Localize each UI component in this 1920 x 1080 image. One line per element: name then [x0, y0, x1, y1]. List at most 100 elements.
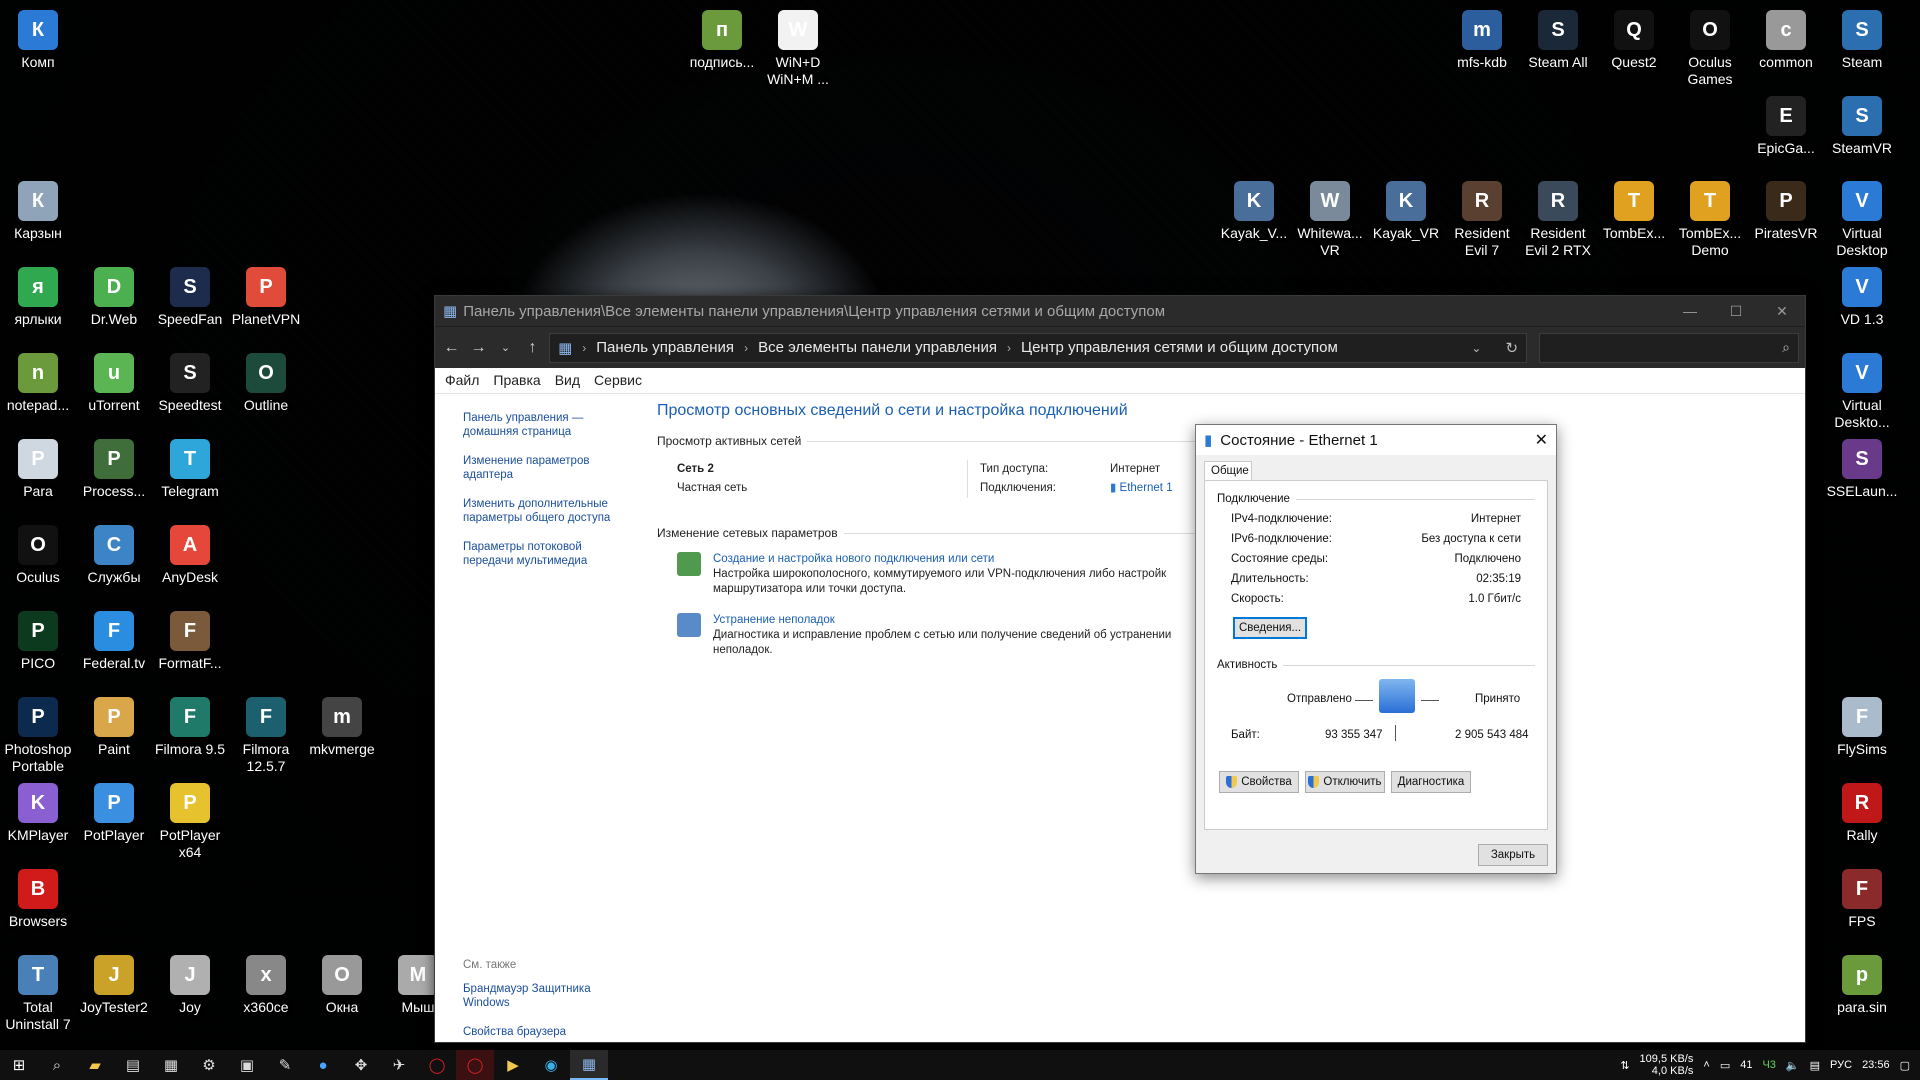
desktop-icon[interactable]: P PICO: [0, 605, 76, 672]
start-windows-icon[interactable]: ⊞: [0, 1050, 38, 1080]
gamepad-icon[interactable]: ✥: [342, 1050, 380, 1080]
desktop-icon[interactable]: R Rally: [1824, 777, 1900, 844]
edge-icon[interactable]: ◉: [532, 1050, 570, 1080]
link-browser-properties[interactable]: Свойства браузера: [463, 1025, 623, 1039]
close-icon[interactable]: ✕: [1535, 430, 1548, 450]
desktop-icon[interactable]: V VD 1.3: [1824, 261, 1900, 328]
tools-icon[interactable]: ⚙: [190, 1050, 228, 1080]
disable-button[interactable]: Отключить: [1305, 771, 1385, 793]
desktop-icon[interactable]: К Комп: [0, 4, 76, 71]
desktop-icon[interactable]: С Службы: [76, 519, 152, 586]
desktop-icon[interactable]: я ярлыки: [0, 261, 76, 328]
desktop-icon[interactable]: F FlySims: [1824, 691, 1900, 758]
desktop-icon[interactable]: F Federal.tv: [76, 605, 152, 672]
desktop-icon[interactable]: D Dr.Web: [76, 261, 152, 328]
link-adapter-settings[interactable]: Изменение параметров адаптера: [463, 454, 623, 482]
menu-service[interactable]: Сервис: [594, 372, 642, 389]
desktop-icon[interactable]: S SSELaun...: [1824, 433, 1900, 500]
menu-view[interactable]: Вид: [555, 372, 580, 389]
desktop-icon[interactable]: P PotPlayer: [76, 777, 152, 844]
breadcrumb-item[interactable]: Центр управления сетями и общим доступом: [1021, 339, 1338, 356]
troubleshoot-link[interactable]: Устранение неполадок: [713, 613, 1193, 628]
keyboard-icon[interactable]: ▤: [1810, 1059, 1820, 1072]
pen-icon[interactable]: ✎: [266, 1050, 304, 1080]
plane-icon[interactable]: ✈: [380, 1050, 418, 1080]
ethernet-link[interactable]: Ethernet 1: [1120, 482, 1173, 494]
refresh-icon[interactable]: ↻: [1505, 339, 1518, 357]
desktop-icon[interactable]: T Total Uninstall 7: [0, 949, 76, 1033]
tab-general[interactable]: Общие: [1204, 461, 1252, 481]
desktop-icon[interactable]: F FPS: [1824, 863, 1900, 930]
desktop-icon[interactable]: P PiratesVR: [1748, 175, 1824, 242]
desktop-icon[interactable]: T TombEx...: [1596, 175, 1672, 242]
language[interactable]: РУС: [1830, 1059, 1852, 1071]
desktop-icon[interactable]: S SteamVR: [1824, 90, 1900, 157]
opera-gx-icon[interactable]: ◯: [456, 1050, 494, 1080]
desktop-icon[interactable]: B Browsers: [0, 863, 76, 930]
address-bar[interactable]: ▦ › Панель управления › Все элементы пан…: [549, 332, 1528, 363]
notification-icon[interactable]: ▢: [1900, 1059, 1910, 1072]
desktop-icon[interactable]: A AnyDesk: [152, 519, 228, 586]
clock[interactable]: 23:56: [1862, 1059, 1890, 1071]
desktop-icon[interactable]: P Para: [0, 433, 76, 500]
search-input[interactable]: ⌕: [1539, 332, 1799, 363]
desktop-icon[interactable]: P Photoshop Portable: [0, 691, 76, 775]
breadcrumb-item[interactable]: Панель управления: [596, 339, 734, 356]
desktop-icon[interactable]: V Virtual Deskto...: [1824, 347, 1900, 431]
desktop-icon[interactable]: K Kayak_V...: [1216, 175, 1292, 242]
desktop-icon[interactable]: п подпись...: [684, 4, 760, 71]
back-arrow-icon[interactable]: ←: [441, 339, 462, 357]
desktop-icon[interactable]: F FormatF...: [152, 605, 228, 672]
desktop-icon[interactable]: R Resident Evil 2 RTX: [1520, 175, 1596, 259]
network-icon[interactable]: ▭: [1720, 1059, 1730, 1072]
link-media-streaming[interactable]: Параметры потоковой передачи мультимедиа: [463, 540, 623, 568]
desktop-icon[interactable]: m mkvmerge: [304, 691, 380, 758]
desktop-icon[interactable]: O Oculus: [0, 519, 76, 586]
desktop-icon[interactable]: K Kayak_VR: [1368, 175, 1444, 242]
maximize-button[interactable]: ☐: [1713, 303, 1759, 320]
details-button[interactable]: Сведения...: [1233, 617, 1307, 639]
media-player-icon[interactable]: ▶: [494, 1050, 532, 1080]
desktop-icon[interactable]: O Outline: [228, 347, 304, 414]
recent-chevron-icon[interactable]: ⌄: [495, 341, 516, 354]
new-connection-link[interactable]: Создание и настройка нового подключения …: [713, 552, 1193, 567]
close-dialog-button[interactable]: Закрыть: [1478, 844, 1548, 866]
desktop-icon[interactable]: J JoyTester2: [76, 949, 152, 1016]
desktop-icon[interactable]: O Oculus Games: [1672, 4, 1748, 88]
menu-file[interactable]: Файл: [445, 372, 479, 389]
desktop-icon[interactable]: S Speedtest: [152, 347, 228, 414]
link-home[interactable]: Панель управления — домашняя страница: [463, 411, 623, 439]
desktop-icon[interactable]: W WiN+D WiN+M ...: [760, 4, 836, 88]
link-sharing-settings[interactable]: Изменить дополнительные параметры общего…: [463, 497, 623, 525]
desktop-icon[interactable]: S Steam All: [1520, 4, 1596, 71]
search-icon[interactable]: ⌕: [38, 1050, 76, 1080]
properties-button[interactable]: Свойства: [1219, 771, 1299, 793]
desktop-icon[interactable]: J Joy: [152, 949, 228, 1016]
close-button[interactable]: ✕: [1759, 303, 1805, 320]
desktop-icon[interactable]: T Telegram: [152, 433, 228, 500]
opera-icon[interactable]: ◯: [418, 1050, 456, 1080]
desktop-icon[interactable]: P PlanetVPN: [228, 261, 304, 328]
notepad-icon[interactable]: ▤: [114, 1050, 152, 1080]
desktop-icon[interactable]: V Virtual Desktop: [1824, 175, 1900, 259]
desktop-icon[interactable]: T TombEx... Demo: [1672, 175, 1748, 259]
diagnostics-button[interactable]: Диагностика: [1391, 771, 1471, 793]
desktop-icon[interactable]: F Filmora 9.5: [152, 691, 228, 758]
calculator-icon[interactable]: ▦: [152, 1050, 190, 1080]
dropdown-chevron-icon[interactable]: ⌄: [1471, 341, 1481, 355]
menu-edit[interactable]: Правка: [493, 372, 540, 389]
store-icon[interactable]: ▣: [228, 1050, 266, 1080]
desktop-icon[interactable]: x x360ce: [228, 949, 304, 1016]
desktop-icon[interactable]: E EpicGa...: [1748, 90, 1824, 157]
up-arrow-icon[interactable]: ↑: [522, 339, 543, 357]
globe-icon[interactable]: ●: [304, 1050, 342, 1080]
desktop-icon[interactable]: F Filmora 12.5.7: [228, 691, 304, 775]
control-panel-taskbar-icon[interactable]: ▦: [570, 1050, 608, 1080]
desktop-icon[interactable]: p para.sin: [1824, 949, 1900, 1016]
desktop-icon[interactable]: О Окна: [304, 949, 380, 1016]
desktop-icon[interactable]: K KMPlayer: [0, 777, 76, 844]
desktop-icon[interactable]: m mfs-kdb: [1444, 4, 1520, 71]
desktop-icon[interactable]: S SpeedFan: [152, 261, 228, 328]
chevron-up-icon[interactable]: ˄: [1703, 1059, 1709, 1071]
file-explorer-icon[interactable]: ▰: [76, 1050, 114, 1080]
